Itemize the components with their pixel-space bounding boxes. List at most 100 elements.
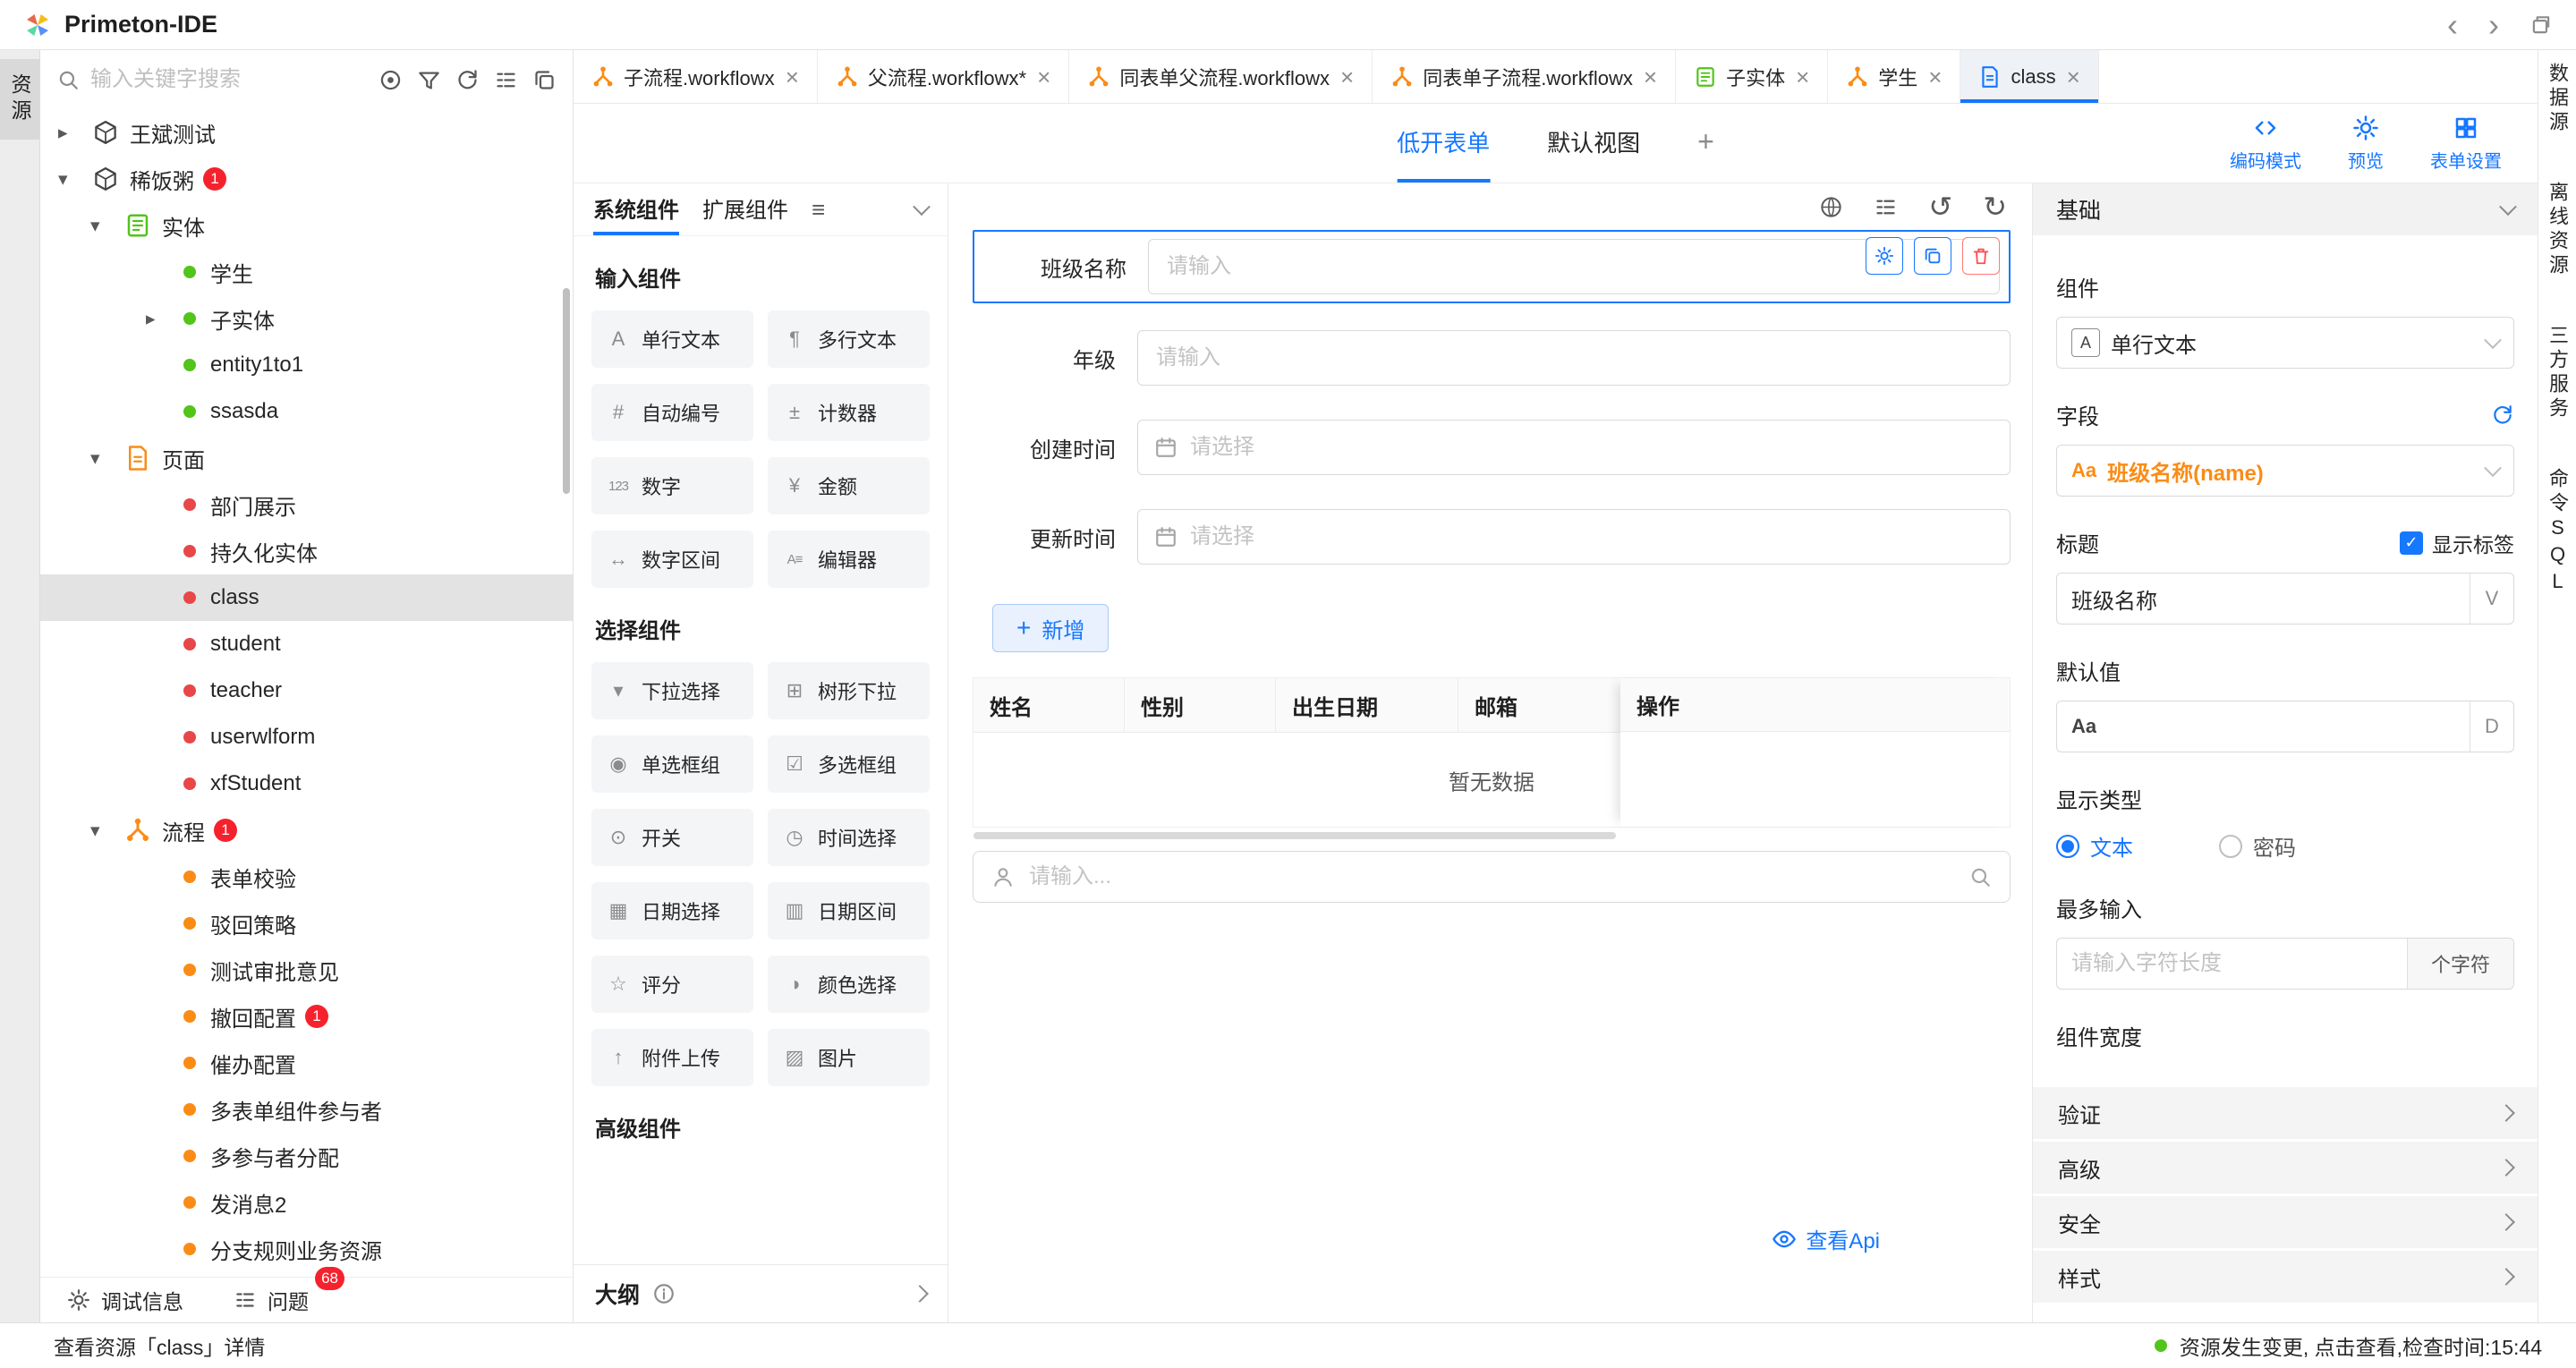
form-field-create-time[interactable]: 创建时间 — [973, 420, 2011, 475]
window-restore-icon[interactable] — [2529, 13, 2553, 37]
component-item-rating[interactable]: ☆ 评分 — [591, 956, 753, 1013]
editor-tab[interactable]: 父流程.workflowx* × — [818, 50, 1070, 103]
form-field-grade[interactable]: 年级 — [973, 330, 2011, 386]
close-icon[interactable]: × — [1796, 65, 1809, 89]
tree-item[interactable]: xfStudent — [40, 760, 573, 807]
tree-item[interactable]: entity1to1 — [40, 342, 573, 388]
radio-password[interactable]: 密码 — [2219, 830, 2296, 862]
ai-assistant-icon[interactable] — [378, 68, 403, 92]
tree-item[interactable]: 父流程 — [40, 1272, 573, 1277]
collapse-panel-icon[interactable] — [913, 198, 931, 217]
tree-item[interactable]: 分支规则业务资源 — [40, 1226, 573, 1272]
section-style[interactable]: 样式 — [2033, 1251, 2538, 1303]
form-field-update-time[interactable]: 更新时间 — [973, 509, 2011, 565]
tree-item[interactable]: 驳回策略 — [40, 900, 573, 947]
editor-tab[interactable]: 学生 × — [1828, 50, 1961, 103]
tree-item[interactable]: 学生 — [40, 249, 573, 295]
component-item-date-range[interactable]: ▥ 日期区间 — [768, 882, 930, 939]
tree-item[interactable]: 表单校验 — [40, 854, 573, 900]
editor-tab[interactable]: 子流程.workflowx × — [574, 50, 818, 103]
close-icon[interactable]: × — [1644, 65, 1657, 89]
rail-tab-third-party-services[interactable]: 三方服务 — [2543, 325, 2572, 421]
undo-icon[interactable]: ↺ — [1928, 192, 1952, 221]
tree-item[interactable]: ▾ 稀饭粥 1 — [40, 156, 573, 202]
i18n-globe-icon[interactable] — [1819, 195, 1843, 219]
title-variable-toggle[interactable]: V — [2470, 574, 2513, 624]
section-security[interactable]: 安全 — [2033, 1196, 2538, 1248]
chevron-down-icon[interactable]: ▾ — [90, 820, 124, 842]
tree-item[interactable]: ▸ 王斌测试 — [40, 109, 573, 156]
column-header-actions[interactable]: 操作 — [1620, 678, 2010, 732]
refresh-field-icon[interactable] — [2491, 404, 2514, 427]
tree-item[interactable]: ▸ 子实体 — [40, 295, 573, 342]
field-delete-button[interactable] — [1962, 237, 2000, 275]
component-item-number[interactable]: 123 数字 — [591, 457, 753, 514]
field-copy-button[interactable] — [1914, 237, 1951, 275]
section-validation[interactable]: 验证 — [2033, 1087, 2538, 1139]
search-icon[interactable] — [1968, 865, 1992, 888]
show-label-checkbox[interactable]: ✓ 显示标签 — [2400, 528, 2514, 558]
editor-tab[interactable]: 同表单子流程.workflowx × — [1373, 50, 1677, 103]
tree-item[interactable]: 催办配置 — [40, 1040, 573, 1086]
column-header[interactable]: 邮箱 — [1458, 678, 1637, 732]
table-search-input[interactable] — [1027, 863, 1956, 890]
grade-input[interactable] — [1154, 344, 1994, 371]
component-item-date-picker[interactable]: ▦ 日期选择 — [591, 882, 753, 939]
tree-item[interactable]: 发消息2 — [40, 1179, 573, 1226]
nav-back-icon[interactable]: ‹ — [2447, 8, 2458, 41]
component-item-switch[interactable]: ⊙ 开关 — [591, 809, 753, 866]
field-binding-select[interactable]: Aa 班级名称(name) — [2056, 445, 2514, 497]
component-item-time-picker[interactable]: ◷ 时间选择 — [768, 809, 930, 866]
tree-item-class[interactable]: class — [40, 574, 573, 621]
tree-item[interactable]: student — [40, 621, 573, 667]
component-item-checkbox-group[interactable]: ☑ 多选框组 — [768, 735, 930, 793]
tree-item[interactable]: 撤回配置 1 — [40, 993, 573, 1040]
title-input[interactable] — [2057, 586, 2470, 611]
component-item-currency[interactable]: ¥ 金额 — [768, 457, 930, 514]
component-item-multi-line-text[interactable]: ¶ 多行文本 — [768, 310, 930, 368]
radio-text[interactable]: 文本 — [2056, 830, 2133, 862]
tree-item[interactable]: 持久化实体 — [40, 528, 573, 574]
column-header[interactable]: 姓名 — [973, 678, 1125, 732]
editor-tab[interactable]: 子实体 × — [1676, 50, 1829, 103]
nav-forward-icon[interactable]: › — [2488, 8, 2499, 41]
redo-icon[interactable]: ↻ — [1983, 192, 2007, 221]
chevron-down-icon[interactable]: ▾ — [90, 447, 124, 470]
update-time-input[interactable] — [1188, 523, 1994, 550]
class-name-input[interactable] — [1165, 253, 1983, 280]
component-item-image[interactable]: ▨ 图片 — [768, 1029, 930, 1086]
tab-default-view[interactable]: 默认视图 — [1547, 104, 1640, 183]
form-settings-button[interactable]: 表单设置 — [2430, 115, 2502, 173]
outline-bar[interactable]: 大纲 — [574, 1264, 948, 1322]
close-icon[interactable]: × — [786, 65, 799, 89]
component-menu-icon[interactable]: ≡ — [812, 196, 825, 224]
refresh-icon[interactable] — [455, 68, 480, 92]
chevron-down-icon[interactable]: ▾ — [58, 168, 92, 191]
tab-system-components[interactable]: 系统组件 — [593, 183, 679, 235]
view-api-link[interactable]: 查看Api — [1772, 1223, 1880, 1254]
component-item-color-picker[interactable]: ◑ 颜色选择 — [768, 956, 930, 1013]
component-item-single-line-text[interactable]: A 单行文本 — [591, 310, 753, 368]
filter-icon[interactable] — [417, 68, 441, 92]
form-field-class-name[interactable]: 班级名称 — [973, 230, 2011, 303]
preview-button[interactable]: 预览 — [2348, 115, 2384, 173]
tree-item[interactable]: userwlform — [40, 714, 573, 760]
add-row-button[interactable]: + 新增 — [992, 604, 1109, 652]
component-item-number-range[interactable]: ↔ 数字区间 — [591, 531, 753, 588]
component-item-editor[interactable]: A≡ 编辑器 — [768, 531, 930, 588]
default-value-input[interactable] — [2096, 714, 2470, 739]
close-icon[interactable]: × — [1928, 65, 1942, 89]
tab-extension-components[interactable]: 扩展组件 — [702, 183, 788, 235]
rail-tab-command-sql[interactable]: 命令SQL — [2543, 468, 2572, 597]
tree-item[interactable]: ssasda — [40, 388, 573, 435]
tree-item-pages[interactable]: ▾ 页面 — [40, 435, 573, 481]
outline-list-icon[interactable] — [1874, 195, 1898, 219]
section-advanced[interactable]: 高级 — [2033, 1142, 2538, 1194]
tree-item[interactable]: 测试审批意见 — [40, 947, 573, 993]
locate-icon[interactable] — [532, 68, 557, 92]
component-item-file-upload[interactable]: ↑ 附件上传 — [591, 1029, 753, 1086]
chevron-down-icon[interactable]: ▾ — [90, 215, 124, 237]
add-view-button[interactable]: + — [1697, 104, 1714, 183]
component-item-radio-group[interactable]: ◉ 单选框组 — [591, 735, 753, 793]
component-item-dropdown[interactable]: ▾ 下拉选择 — [591, 662, 753, 719]
